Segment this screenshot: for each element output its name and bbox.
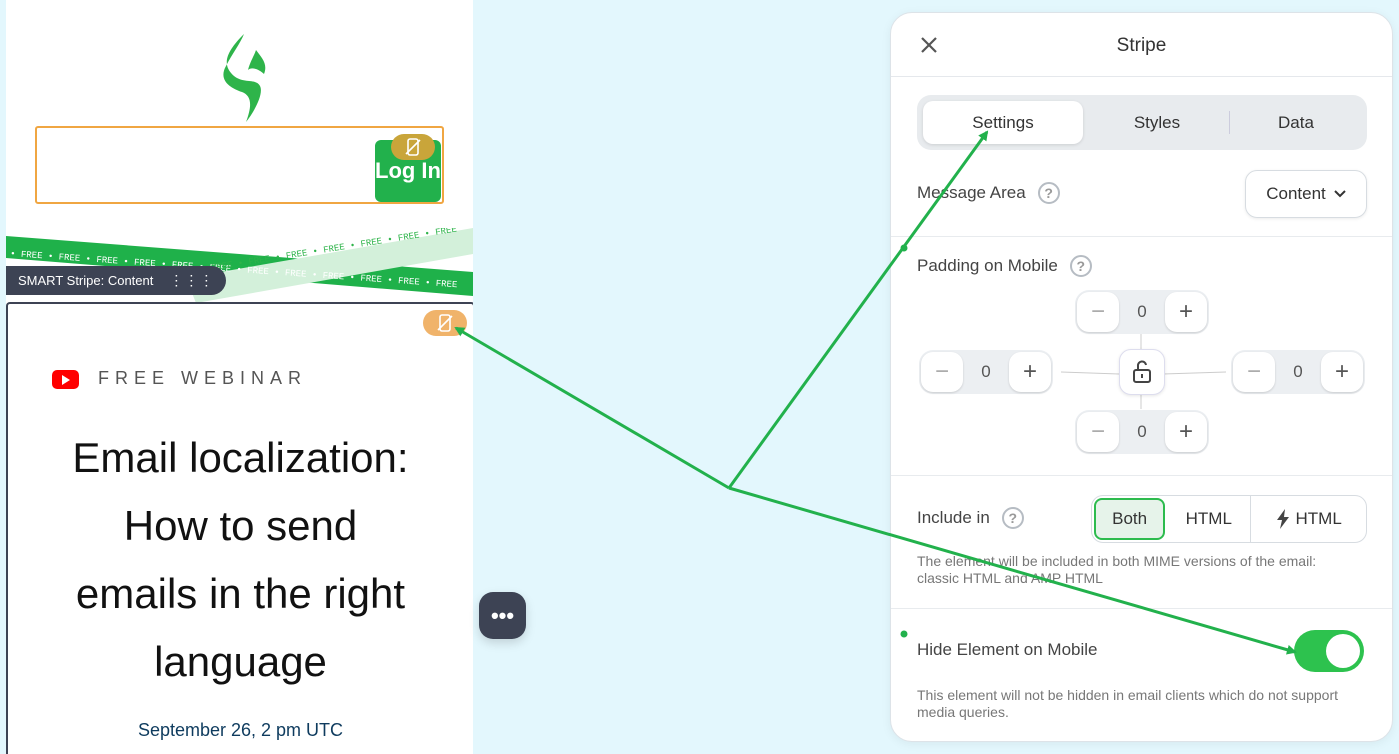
padding-row: Padding on Mobile ? <box>917 255 1092 277</box>
include-in-row: Include in ? <box>917 507 1024 529</box>
minus-icon[interactable]: − <box>1233 352 1275 392</box>
message-area-row: Message Area ? <box>917 182 1060 204</box>
arrow-to-hidden-badge <box>454 326 730 490</box>
headline-line: emails in the right <box>75 570 406 617</box>
hide-mobile-label: Hide Element on Mobile <box>917 640 1098 659</box>
tab-data[interactable]: Data <box>1231 101 1361 144</box>
padding-left-stepper: − 0 + <box>919 350 1053 394</box>
section-divider <box>891 608 1392 609</box>
padding-lock-button[interactable] <box>1119 349 1165 395</box>
tab-divider <box>1229 111 1230 134</box>
hide-mobile-hint: This element will not be hidden in email… <box>917 687 1339 720</box>
padding-bottom-stepper: − 0 + <box>1075 410 1209 454</box>
chevron-down-icon <box>1334 190 1346 198</box>
webinar-headline: Email localization: How to send emails i… <box>28 424 453 696</box>
padding-left-value[interactable]: 0 <box>963 362 1009 382</box>
message-area-select[interactable]: Content <box>1245 170 1367 218</box>
include-in-segmented-control: Both HTML HTML <box>1091 495 1367 543</box>
headline-line: How to send <box>123 502 358 549</box>
lock-open-icon <box>1133 360 1151 383</box>
padding-right-value[interactable]: 0 <box>1275 362 1321 382</box>
message-area-label: Message Area <box>917 183 1026 202</box>
section-divider <box>891 236 1392 237</box>
webinar-tag: FREE WEBINAR <box>98 368 308 388</box>
panel-tabs: Settings Styles Data <box>917 95 1367 150</box>
include-amp-html-option[interactable]: HTML <box>1251 496 1366 542</box>
lightning-icon <box>1276 509 1289 529</box>
more-icon: ••• <box>490 602 515 628</box>
stripe-element-label[interactable]: SMART Stripe: Content ⋮⋮⋮ <box>6 266 227 295</box>
panel-header: Stripe <box>891 13 1392 77</box>
minus-icon[interactable]: − <box>1077 292 1119 332</box>
option-label: HTML <box>1295 509 1342 528</box>
hide-mobile-row: Hide Element on Mobile <box>917 640 1097 660</box>
padding-top-stepper: − 0 + <box>1075 290 1209 334</box>
hidden-mobile-badge[interactable] <box>423 310 467 336</box>
tab-styles[interactable]: Styles <box>1087 101 1227 144</box>
plus-icon[interactable]: + <box>1321 352 1363 392</box>
minus-icon[interactable]: − <box>921 352 963 392</box>
include-html-option[interactable]: HTML <box>1167 496 1252 542</box>
hidden-mobile-badge[interactable] <box>391 134 435 160</box>
help-icon[interactable]: ? <box>1037 182 1060 204</box>
drag-handle-icon[interactable]: ⋮⋮⋮ <box>169 272 214 289</box>
message-area-value: Content <box>1266 184 1326 203</box>
option-label: HTML <box>1185 509 1232 528</box>
headline-line: Email localization: <box>72 434 409 481</box>
hide-on-mobile-toggle[interactable] <box>1294 630 1364 672</box>
help-icon[interactable]: ? <box>1001 507 1024 529</box>
section-divider <box>891 475 1392 476</box>
more-options-button[interactable]: ••• <box>479 592 526 639</box>
headline-line: language <box>154 638 327 685</box>
hidden-mobile-icon <box>405 138 421 156</box>
stripe-label-text: SMART Stripe: Content <box>18 273 154 288</box>
plus-icon[interactable]: + <box>1009 352 1051 392</box>
stripe-settings-panel: Stripe Settings Styles Data Message Area… <box>890 12 1393 742</box>
hidden-mobile-icon <box>437 314 453 332</box>
padding-top-value[interactable]: 0 <box>1119 302 1165 322</box>
padding-bottom-value[interactable]: 0 <box>1119 422 1165 442</box>
logo-icon <box>223 34 266 122</box>
webinar-date: September 26, 2 pm UTC <box>137 720 344 740</box>
youtube-icon <box>52 370 79 389</box>
include-in-hint: The element will be included in both MIM… <box>917 553 1317 586</box>
include-in-label: Include in <box>917 508 990 527</box>
tab-settings[interactable]: Settings <box>923 101 1083 144</box>
login-form: Log In <box>35 126 444 204</box>
help-icon[interactable]: ? <box>1069 255 1092 277</box>
plus-icon[interactable]: + <box>1165 292 1207 332</box>
include-both-option[interactable]: Both <box>1094 498 1166 540</box>
webinar-content-block[interactable]: FREE WEBINAR Email localization: How to … <box>6 302 473 754</box>
panel-title: Stripe <box>1116 35 1167 56</box>
padding-right-stepper: − 0 + <box>1231 350 1365 394</box>
padding-label: Padding on Mobile <box>917 256 1058 275</box>
option-label: Both <box>1112 509 1148 528</box>
email-canvas: Log In • FREE • FREE • FREE • FREE • FRE… <box>6 0 473 754</box>
plus-icon[interactable]: + <box>1165 412 1207 452</box>
minus-icon[interactable]: − <box>1077 412 1119 452</box>
